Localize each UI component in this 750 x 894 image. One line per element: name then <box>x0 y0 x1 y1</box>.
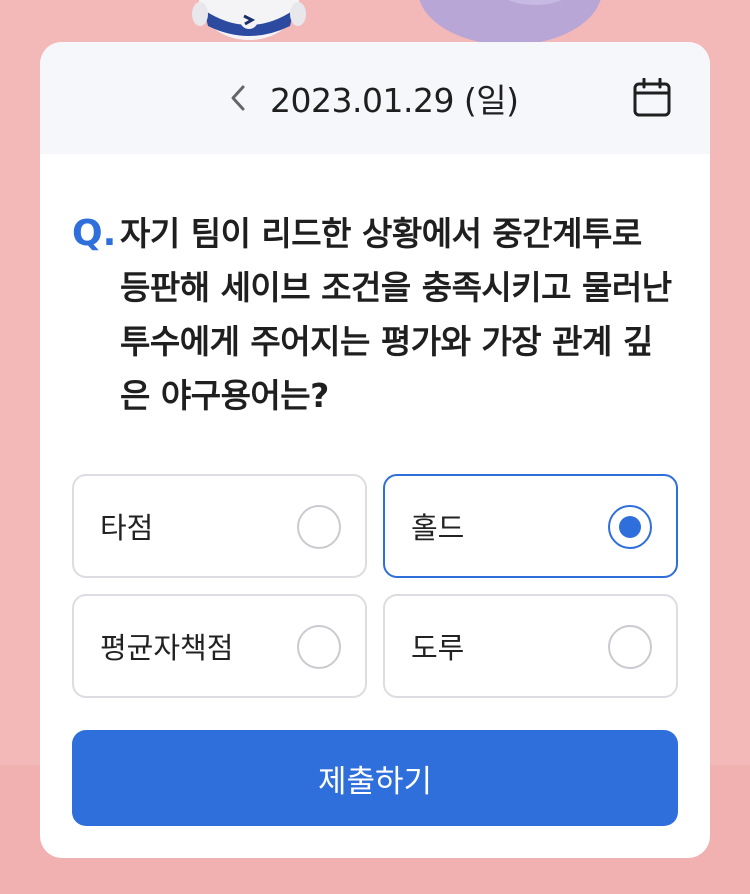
radio-button[interactable] <box>297 625 341 669</box>
radio-button[interactable] <box>297 505 341 549</box>
option-2[interactable]: 홀드 <box>383 474 678 578</box>
calendar-button[interactable] <box>632 77 672 118</box>
quiz-card: 2023.01.29 (일) Q. 자기 팀이 리드한 상황에서 중간계투로 등… <box>40 42 710 858</box>
radio-selected-dot <box>619 516 641 538</box>
option-label: 타점 <box>100 511 154 545</box>
calendar-icon <box>633 77 671 117</box>
option-1[interactable]: 타점 <box>72 474 367 578</box>
question-prefix: Q. <box>72 213 117 254</box>
option-label: 평균자책점 <box>100 631 234 665</box>
chevron-left-icon <box>231 85 245 111</box>
option-label: 홀드 <box>411 511 465 545</box>
radio-button[interactable] <box>608 505 652 549</box>
option-4[interactable]: 도루 <box>383 594 678 698</box>
date-header: 2023.01.29 (일) <box>40 42 710 154</box>
option-3[interactable]: 평균자책점 <box>72 594 367 698</box>
submit-button[interactable]: 제출하기 <box>72 730 678 826</box>
radio-button[interactable] <box>608 625 652 669</box>
date-title: 2023.01.29 (일) <box>270 81 519 120</box>
mascot-balloon-image <box>419 0 601 42</box>
previous-date-button[interactable] <box>222 80 254 116</box>
question-text: 자기 팀이 리드한 상황에서 중간계투로 등판해 세이브 조건을 충족시키고 물… <box>120 214 672 415</box>
mascot-character-image <box>192 0 306 40</box>
option-label: 도루 <box>411 631 465 665</box>
